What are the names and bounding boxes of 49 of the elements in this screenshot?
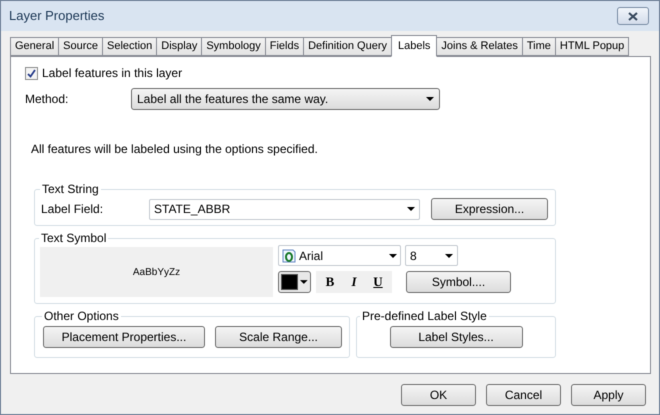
label-field-dropdown[interactable]: STATE_ABBR bbox=[149, 198, 420, 220]
checkbox-label: Label features in this layer bbox=[42, 65, 182, 82]
font-dropdown[interactable]: Arial bbox=[278, 245, 401, 266]
tab[interactable]: Joins & Relates bbox=[436, 37, 523, 56]
dialog-button[interactable]: Apply bbox=[571, 384, 646, 406]
symbol-button[interactable]: Symbol.... bbox=[406, 271, 511, 293]
description-text: All features will be labeled using the options specified. bbox=[31, 141, 319, 158]
tab[interactable]: Symbology bbox=[201, 37, 266, 56]
tab[interactable]: Fields bbox=[264, 37, 304, 56]
color-swatch bbox=[281, 274, 298, 290]
method-label: Method: bbox=[25, 91, 70, 108]
underline-button[interactable]: U bbox=[368, 272, 388, 292]
checkbox[interactable] bbox=[25, 66, 38, 80]
tab[interactable]: General bbox=[10, 37, 60, 56]
dialog-button[interactable]: Cancel bbox=[486, 384, 561, 406]
checkmark-icon bbox=[27, 68, 36, 78]
tab[interactable]: Source bbox=[58, 37, 103, 56]
tab[interactable]: Definition Query bbox=[303, 37, 392, 56]
color-picker-button[interactable] bbox=[278, 271, 311, 293]
dropdown-arrow-icon bbox=[407, 207, 415, 211]
tab[interactable]: Display bbox=[156, 37, 202, 56]
dropdown-arrow-icon bbox=[389, 254, 397, 258]
field-label: Label Field: bbox=[41, 201, 104, 218]
tab[interactable]: Labels bbox=[390, 35, 438, 57]
tab[interactable]: HTML Popup bbox=[554, 37, 630, 56]
dropdown-arrow-icon bbox=[300, 280, 308, 284]
method-dropdown[interactable]: Label all the features the same way. bbox=[131, 88, 440, 110]
tab[interactable]: Time bbox=[522, 37, 556, 56]
window-title: Layer Properties bbox=[9, 7, 104, 26]
group-title: Text String bbox=[41, 181, 100, 198]
label-styles-button[interactable]: Label Styles... bbox=[390, 326, 522, 348]
font-icon bbox=[282, 248, 296, 262]
tab[interactable]: Selection bbox=[102, 37, 158, 56]
close-icon bbox=[628, 12, 638, 20]
group-title: Other Options bbox=[43, 308, 120, 325]
dialog-button[interactable]: OK bbox=[401, 384, 476, 406]
close-button[interactable] bbox=[617, 7, 649, 25]
font-value: Arial bbox=[299, 248, 324, 264]
scale-range-button[interactable]: Scale Range... bbox=[215, 326, 342, 348]
preview-text: AaBbYyZz bbox=[132, 266, 180, 280]
size-dropdown[interactable]: 8 bbox=[405, 245, 458, 266]
italic-button[interactable]: I bbox=[344, 272, 364, 292]
group-title: Pre-defined Label Style bbox=[361, 308, 488, 325]
bold-button[interactable]: B bbox=[320, 272, 340, 292]
placement-properties-button[interactable]: Placement Properties... bbox=[43, 326, 205, 348]
dropdown-arrow-icon bbox=[445, 254, 453, 258]
dropdown-arrow-icon bbox=[426, 97, 434, 101]
group-title: Text Symbol bbox=[40, 230, 108, 247]
expression-button[interactable]: Expression... bbox=[431, 198, 548, 220]
